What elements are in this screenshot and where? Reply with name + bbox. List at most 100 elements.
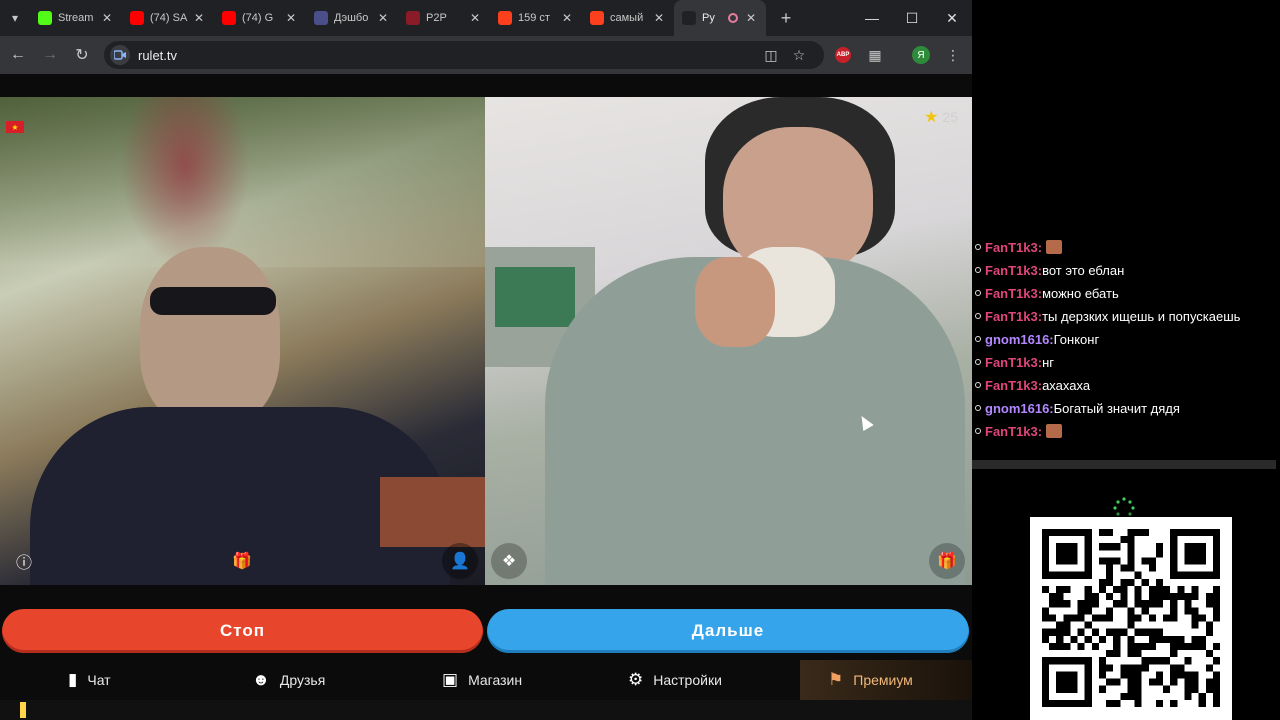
address-bar[interactable]: rulet.tv: [104, 41, 824, 69]
kick-icon: [38, 11, 52, 25]
back-icon[interactable]: ←: [2, 39, 34, 71]
forward-icon[interactable]: →: [34, 39, 66, 71]
install-app-icon[interactable]: ◫: [756, 36, 786, 74]
tab-search-icon[interactable]: ▾: [0, 0, 30, 36]
chat-username[interactable]: FanT1k3:: [985, 424, 1042, 439]
nav-chat[interactable]: ▮ Чат: [68, 660, 111, 700]
nav-settings-label: Настройки: [653, 672, 722, 688]
qr-code-image: [1042, 529, 1220, 707]
chat-message: FanT1k3:: [972, 236, 1063, 258]
browser-tab[interactable]: самый ✕: [582, 0, 674, 36]
profile-user-icon[interactable]: 👤: [442, 543, 478, 579]
chat-username[interactable]: FanT1k3:: [985, 309, 1042, 324]
chat-text: Гонконг: [1053, 331, 1100, 347]
next-button[interactable]: Дальше: [487, 609, 969, 653]
chat-text: ты дерзких ищешь и попускаешь: [1042, 308, 1241, 324]
chat-message: FanT1k3: ахахаха: [972, 374, 1090, 396]
chat-message: FanT1k3: ты дерзких ищешь и попускаешь: [972, 305, 1240, 327]
bookmark-star-icon[interactable]: ☆: [784, 36, 814, 74]
browser-tab[interactable]: Дэшбо ✕: [306, 0, 398, 36]
stop-button[interactable]: Стоп: [2, 609, 483, 653]
nav-shop[interactable]: ▣ Магазин: [442, 660, 522, 700]
maximize-icon[interactable]: ☐: [892, 0, 932, 36]
chat-bullet-icon: [975, 290, 981, 296]
tab-bar: ▾ Stream ✕ (74) SA ✕ (74) G ✕ Дэшбо ✕ P2P ✕ 159 ст…: [0, 0, 972, 36]
bottom-strip: [0, 700, 972, 720]
chat-bullet-icon: [975, 382, 981, 388]
close-tab-icon[interactable]: ✕: [560, 11, 574, 25]
chat-emote-icon: [1046, 424, 1063, 438]
profile-button[interactable]: Я: [906, 36, 936, 74]
screen: ▾ Stream ✕ (74) SA ✕ (74) G ✕ Дэшбо ✕ P2P ✕ 159 ст…: [0, 0, 1280, 720]
browser-menu-icon[interactable]: ⋮: [938, 36, 968, 74]
site-camera-icon[interactable]: [110, 45, 130, 65]
nav-settings[interactable]: ⚙ Настройки: [628, 660, 722, 700]
tab-label: самый: [610, 12, 644, 24]
chat-bullet-icon: [975, 428, 981, 434]
chat-username[interactable]: FanT1k3:: [985, 263, 1042, 278]
nav-chat-label: Чат: [87, 672, 111, 688]
close-tab-icon[interactable]: ✕: [652, 11, 666, 25]
browser-toolbar: ← → ↻ rulet.tv: [0, 36, 972, 74]
dashboard-icon: [314, 11, 328, 25]
chat-username[interactable]: FanT1k3:: [985, 286, 1042, 301]
chat-divider: [972, 460, 1276, 469]
chat-username[interactable]: FanT1k3:: [985, 240, 1042, 255]
loading-spinner-icon: [1113, 497, 1135, 516]
extensions-puzzle-icon[interactable]: ▦: [860, 36, 890, 74]
report-icon[interactable]: ⓘ: [6, 543, 42, 579]
gift-icon-self[interactable]: 🎁: [929, 543, 965, 579]
chat-bubble-icon: ▮: [68, 670, 78, 689]
tab-label: 159 ст: [518, 12, 550, 24]
browser-tab[interactable]: (74) G ✕: [214, 0, 306, 36]
chat-username[interactable]: gnom1616:: [985, 332, 1054, 347]
adblock-extension[interactable]: ABP: [828, 36, 858, 74]
close-tab-icon[interactable]: ✕: [100, 11, 114, 25]
new-tab-button[interactable]: +: [772, 8, 800, 29]
close-tab-icon[interactable]: ✕: [468, 11, 482, 25]
nav-premium[interactable]: ⚑ Премиум: [800, 660, 972, 700]
star-count: 25: [942, 109, 958, 125]
tab-list: Stream ✕ (74) SA ✕ (74) G ✕ Дэшбо ✕ P2P ✕ 159 ст ✕ с…: [30, 0, 766, 36]
chat-bullet-icon: [975, 244, 981, 250]
chat-text: вот это еблан: [1042, 262, 1125, 278]
nav-premium-label: Премиум: [853, 672, 913, 688]
browser-tab[interactable]: P2P ✕: [398, 0, 490, 36]
browser-tab[interactable]: Stream ✕: [30, 0, 122, 36]
close-window-icon[interactable]: ✕: [932, 0, 972, 36]
gear-icon: ⚙: [628, 670, 644, 689]
close-tab-icon[interactable]: ✕: [192, 11, 206, 25]
strip-marker: [20, 702, 26, 718]
nav-friends[interactable]: ☻ Друзья: [252, 660, 325, 700]
chat-username[interactable]: FanT1k3:: [985, 378, 1042, 393]
close-tab-icon[interactable]: ✕: [376, 11, 390, 25]
chat-username[interactable]: gnom1616:: [985, 401, 1054, 416]
url-text: rulet.tv: [138, 47, 178, 63]
gift-icon[interactable]: 🎁: [224, 543, 260, 579]
gamepad-icon[interactable]: ❖: [491, 543, 527, 579]
reload-icon[interactable]: ↻: [66, 39, 98, 71]
browser-tab[interactable]: Ру ✕: [674, 0, 766, 36]
stranger-video: ★ ⓘ 🎁 👤: [0, 97, 485, 585]
browser-tab[interactable]: 159 ст ✕: [490, 0, 582, 36]
chat-text: можно ебать: [1042, 285, 1119, 301]
tab-label: (74) G: [242, 12, 274, 24]
recording-icon: [728, 13, 738, 23]
shopping-bag-icon: ▣: [442, 670, 459, 689]
minimize-icon[interactable]: —: [852, 0, 892, 36]
chat-bullet-icon: [975, 359, 981, 365]
star-icon: ★: [924, 109, 939, 126]
rulet-icon: [682, 11, 696, 25]
chat-bullet-icon: [975, 313, 981, 319]
stream-chat: FanT1k3: FanT1k3: вот это еблан FanT1k3: мож…: [972, 236, 1280, 460]
chat-username[interactable]: FanT1k3:: [985, 355, 1042, 370]
youtube-icon: [130, 11, 144, 25]
close-tab-icon[interactable]: ✕: [284, 11, 298, 25]
tab-label: P2P: [426, 12, 447, 24]
qr-code: [1030, 517, 1232, 720]
browser-tab[interactable]: (74) SA ✕: [122, 0, 214, 36]
nav-friends-label: Друзья: [279, 672, 326, 688]
close-tab-icon[interactable]: ✕: [744, 11, 758, 25]
stream-overlay: FanT1k3: FanT1k3: вот это еблан FanT1k3: мож…: [972, 0, 1280, 720]
nav-shop-label: Магазин: [468, 672, 523, 688]
